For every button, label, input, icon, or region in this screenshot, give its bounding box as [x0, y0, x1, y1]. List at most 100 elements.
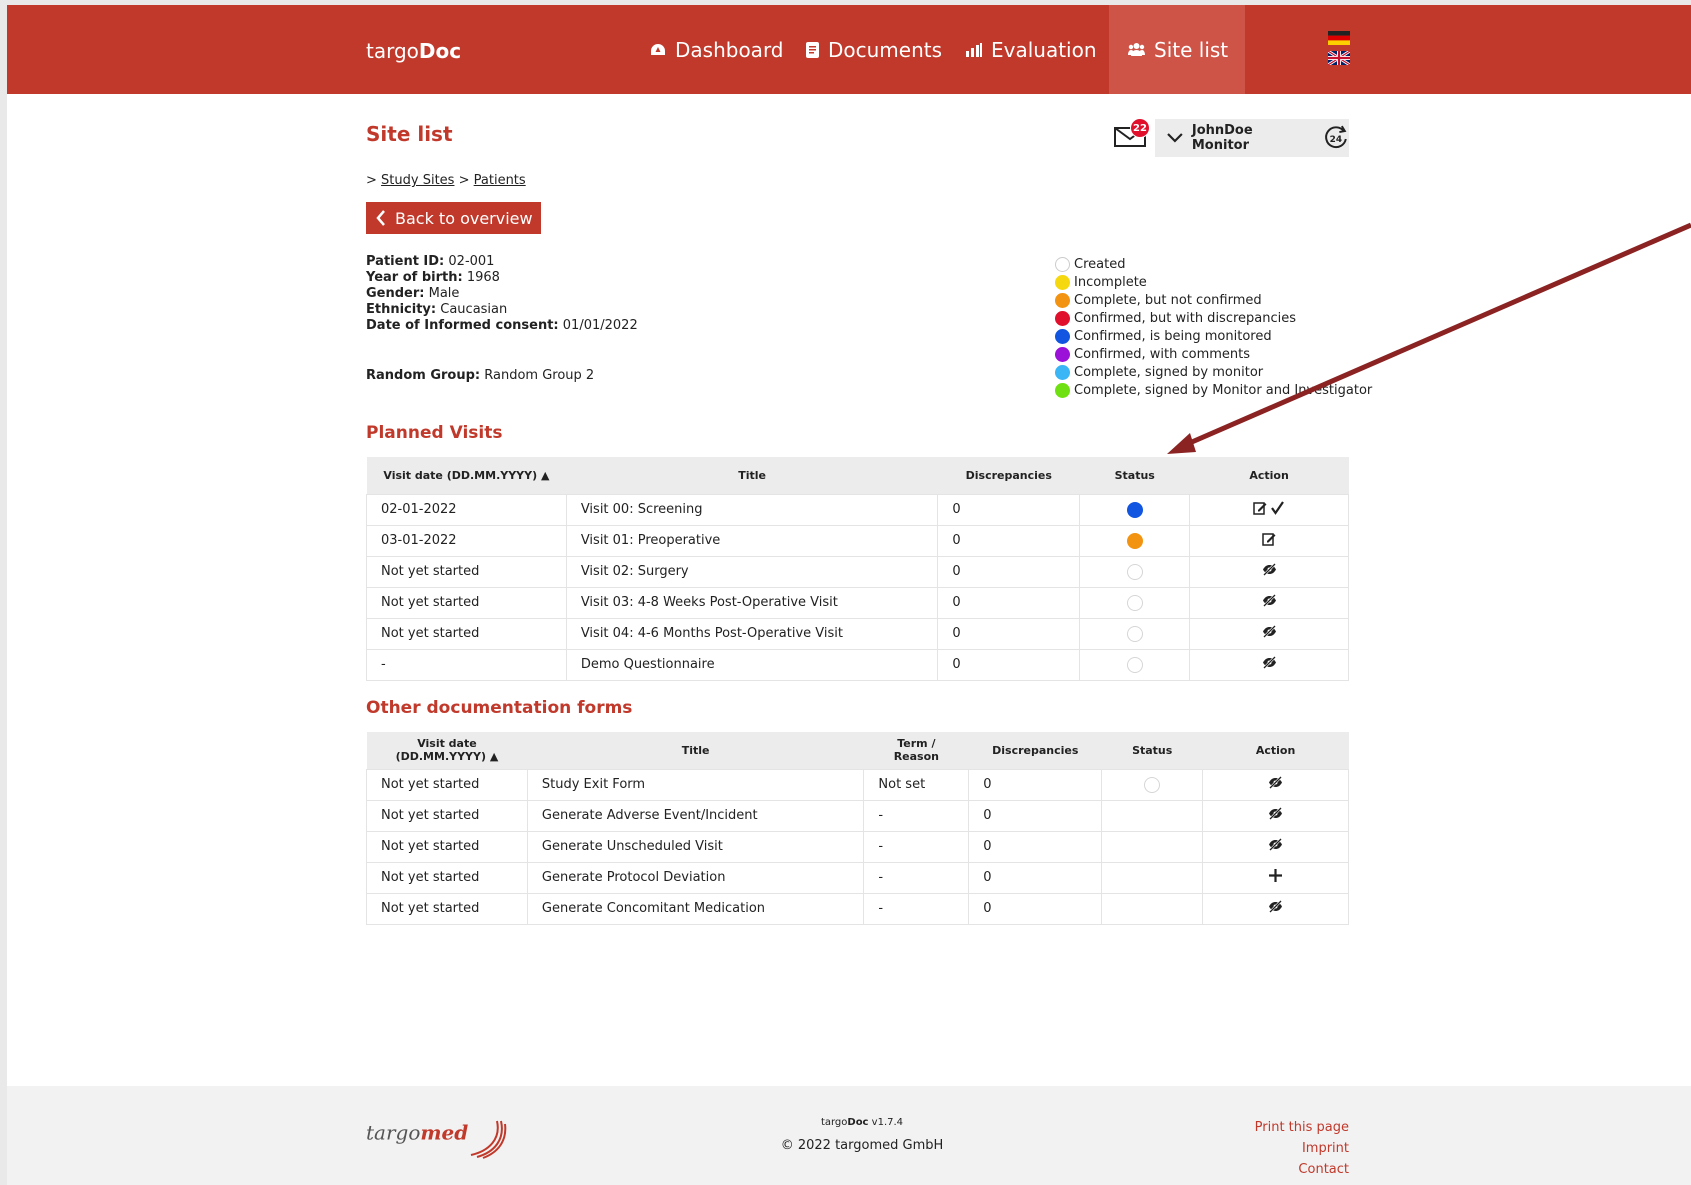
cell-title: Visit 03: 4-8 Weeks Post-Operative Visit: [565, 586, 939, 619]
informed-consent-row: Date of Informed consent: 01/01/2022: [366, 318, 638, 334]
legend-dot: [1055, 274, 1070, 290]
eye-slash-icon[interactable]: [1268, 776, 1283, 793]
nav-documents[interactable]: Documents: [806, 5, 942, 94]
bar-chart-icon: [966, 42, 982, 57]
cell-disc: 0: [937, 524, 1081, 557]
cell-disc: 0: [968, 799, 1103, 832]
legend-dot: [1055, 346, 1070, 362]
footer: [7, 1086, 1691, 1185]
cell-date: -: [366, 648, 567, 681]
status-dot: [1126, 532, 1143, 549]
table-row: 02-01-2022 Visit 00: Screening 0: [366, 493, 1349, 526]
status-created-dot: [1126, 594, 1143, 611]
cell-date: Not yet started: [366, 861, 528, 894]
column-header[interactable]: Visit date (DD.MM.YYYY) ▲: [366, 457, 567, 494]
table-row: Not yet started Visit 04: 4-6 Months Post…: [366, 617, 1349, 650]
cell-term: -: [863, 799, 970, 832]
back-to-overview-label: Back to overview: [395, 208, 533, 228]
status-legend: Created Incomplete Complete, but not confi…: [1055, 255, 1372, 399]
nav-evaluation[interactable]: Evaluation: [966, 5, 1097, 94]
cell-disc: 0: [968, 768, 1103, 801]
cell-title: Visit 01: Preoperative: [565, 524, 939, 557]
eye-slash-icon[interactable]: [1268, 900, 1283, 917]
cell-status: [1101, 830, 1204, 863]
user-menu-button[interactable]: JohnDoe Monitor 24: [1155, 119, 1349, 157]
eye-slash-icon[interactable]: [1262, 563, 1277, 580]
breadcrumb-study-sites[interactable]: Study Sites: [381, 173, 454, 188]
chevron-down-icon: [1167, 133, 1183, 143]
cell-title: Generate Protocol Deviation: [526, 861, 865, 894]
patient-info: Patient ID: 02-001 Year of birth: 1968 G…: [366, 254, 638, 334]
table-row: Not yet started Visit 02: Surgery 0: [366, 555, 1349, 588]
top-navbar: targoDoc Dashboard Documents Evaluation …: [7, 5, 1691, 94]
column-header[interactable]: Visit date (DD.MM.YYYY) ▲: [366, 732, 528, 769]
back-to-overview-button[interactable]: Back to overview: [366, 202, 541, 234]
cell-disc: 0: [968, 861, 1103, 894]
edit-confirm-icon[interactable]: [1253, 500, 1285, 519]
contact-link[interactable]: Contact: [1207, 1159, 1349, 1180]
breadcrumb: > Study Sites > Patients: [366, 173, 526, 188]
eye-slash-icon[interactable]: [1268, 807, 1283, 824]
status-created-dot: [1126, 563, 1143, 580]
legend-label: Complete, signed by monitor: [1074, 364, 1264, 380]
session-timer-label: 24: [1330, 135, 1342, 145]
plus-icon[interactable]: [1269, 869, 1283, 886]
imprint-link[interactable]: Imprint: [1207, 1138, 1349, 1159]
language-switcher: [1328, 31, 1352, 71]
eye-slash-icon[interactable]: [1262, 594, 1277, 611]
status-created-dot: [1126, 625, 1143, 642]
nav-dashboard[interactable]: Dashboard: [650, 5, 784, 94]
table-row: Not yet started Generate Concomitant Medi…: [366, 892, 1349, 925]
nav-site-list[interactable]: Site list: [1109, 5, 1245, 94]
edit-icon[interactable]: [1262, 532, 1276, 550]
brand-logo[interactable]: targoDoc: [366, 39, 461, 63]
cell-title: Generate Adverse Event/Incident: [526, 799, 865, 832]
cell-action: [1202, 768, 1349, 801]
legend-label: Confirmed, but with discrepancies: [1074, 310, 1297, 326]
column-header: Title: [527, 732, 864, 769]
targomed-logo: targomed: [366, 1111, 507, 1159]
cell-action: [1202, 892, 1349, 925]
cell-action: [1202, 799, 1349, 832]
breadcrumb-patients[interactable]: Patients: [474, 173, 526, 188]
cell-status: [1079, 586, 1191, 619]
cell-disc: 0: [937, 586, 1081, 619]
year-of-birth-value: 1968: [466, 270, 500, 285]
nav-documents-label: Documents: [828, 37, 943, 62]
annotation-arrow-head: [1167, 433, 1196, 454]
breadcrumb-separator: >: [366, 173, 377, 188]
dashboard-icon: [651, 43, 665, 55]
cell-action: [1189, 555, 1349, 588]
status-created-dot: [1126, 656, 1143, 673]
cell-disc: 0: [968, 830, 1103, 863]
app-version: targoDoc v1.7.4: [820, 1117, 904, 1128]
german-flag-icon[interactable]: [1328, 31, 1350, 45]
cell-status: [1079, 555, 1191, 588]
legend-dot: [1055, 328, 1070, 344]
column-header: Action: [1202, 732, 1349, 769]
legend-item: Confirmed, but with discrepancies: [1055, 309, 1372, 327]
legend-item: Confirmed, is being monitored: [1055, 327, 1372, 345]
legend-label: Confirmed, with comments: [1074, 346, 1251, 362]
ethnicity-row: Ethnicity: Caucasian: [366, 302, 638, 318]
chevron-left-icon: [376, 210, 385, 226]
gender-value: Male: [428, 286, 460, 301]
table-row: Not yet started Generate Unscheduled Visi…: [366, 830, 1349, 863]
legend-item: Complete, signed by Monitor and Investig…: [1055, 381, 1372, 399]
cell-date: 03-01-2022: [366, 524, 567, 557]
cell-title: Generate Unscheduled Visit: [526, 830, 865, 863]
patient-id-value: 02-001: [448, 254, 495, 269]
cell-date: Not yet started: [366, 830, 528, 863]
eye-slash-icon[interactable]: [1262, 625, 1277, 642]
cell-disc: 0: [968, 892, 1103, 925]
uk-flag-icon[interactable]: [1328, 51, 1350, 65]
planned-visits-header: Visit date (DD.MM.YYYY) ▲ Title Discrepanc…: [366, 457, 1349, 494]
eye-slash-icon[interactable]: [1262, 656, 1277, 673]
eye-slash-icon[interactable]: [1268, 838, 1283, 855]
nav-evaluation-label: Evaluation: [991, 37, 1097, 62]
table-row: - Demo Questionnaire 0: [366, 648, 1349, 681]
cell-status: [1101, 892, 1204, 925]
cell-term: -: [863, 830, 970, 863]
page-title: Site list: [366, 122, 453, 146]
print-page-link[interactable]: Print this page: [1207, 1117, 1349, 1138]
